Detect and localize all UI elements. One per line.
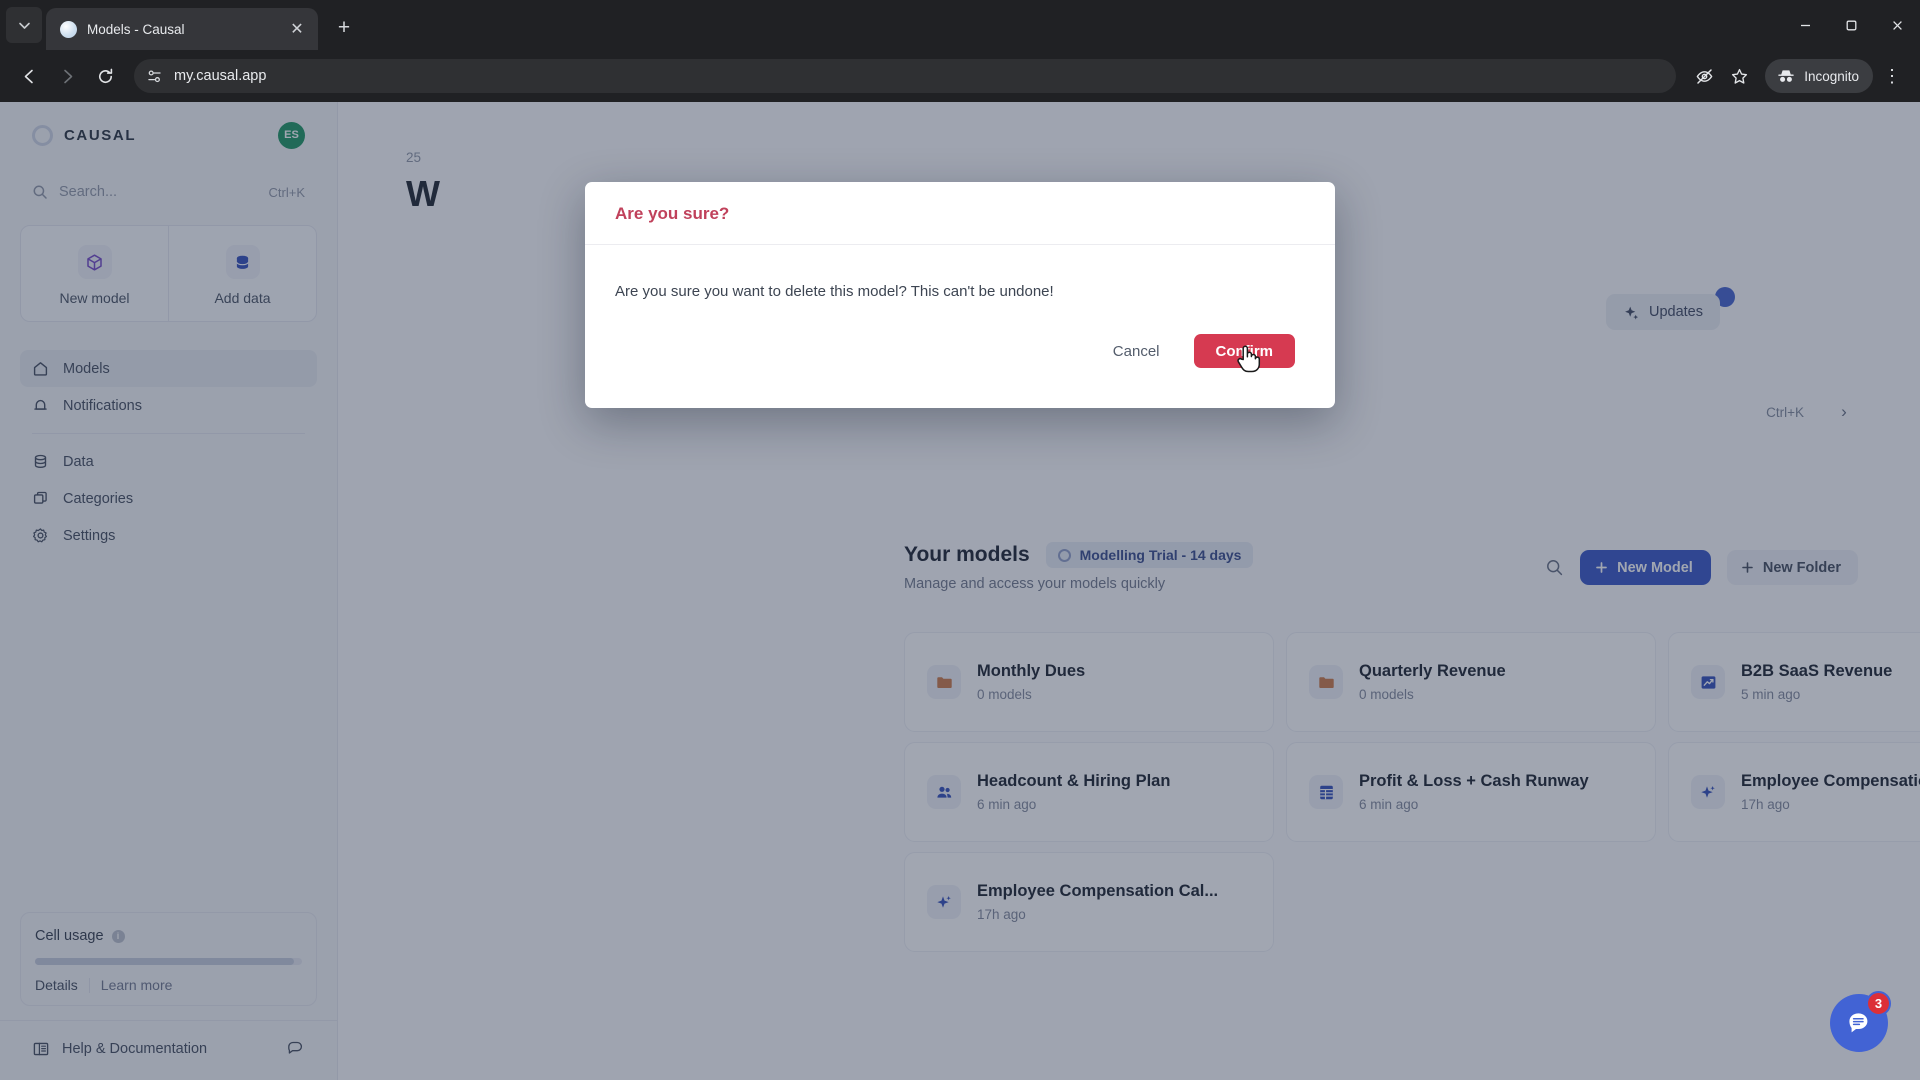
browser-menu-icon[interactable]: ⋮	[1876, 60, 1908, 92]
tab-favicon-icon	[60, 20, 77, 38]
chat-unread-badge: 3	[1866, 991, 1891, 1016]
dialog-actions: Cancel Confirm	[585, 310, 1335, 408]
incognito-indicator[interactable]: Incognito	[1765, 59, 1873, 93]
back-icon[interactable]	[12, 59, 46, 93]
new-tab-button[interactable]: +	[328, 12, 360, 44]
minimize-icon[interactable]	[1782, 0, 1828, 50]
reload-icon[interactable]	[88, 59, 122, 93]
tab-search-button[interactable]	[6, 7, 42, 43]
site-settings-icon[interactable]	[146, 68, 163, 85]
url-text: my.causal.app	[174, 68, 267, 84]
confirm-delete-dialog: Are you sure? Are you sure you want to d…	[585, 182, 1335, 408]
window-close-icon[interactable]	[1874, 0, 1920, 50]
dialog-title: Are you sure?	[615, 204, 730, 223]
eye-off-icon[interactable]	[1688, 60, 1720, 92]
star-icon[interactable]	[1723, 60, 1755, 92]
incognito-icon	[1778, 70, 1794, 82]
tab-title: Models - Causal	[87, 21, 185, 37]
toolbar-actions: Incognito ⋮	[1688, 59, 1908, 93]
browser-tab[interactable]: Models - Causal ✕	[46, 8, 318, 50]
browser-toolbar: my.causal.app Incognito ⋮	[0, 50, 1920, 102]
chevron-down-icon	[18, 22, 30, 29]
close-icon[interactable]: ✕	[286, 18, 308, 40]
dialog-header: Are you sure?	[585, 182, 1335, 245]
window-controls	[1782, 0, 1920, 50]
incognito-label: Incognito	[1804, 68, 1859, 84]
dialog-message: Are you sure you want to delete this mod…	[615, 283, 1054, 300]
maximize-icon[interactable]	[1828, 0, 1874, 50]
browser-tab-strip: Models - Causal ✕ +	[0, 0, 1920, 50]
address-bar[interactable]: my.causal.app	[134, 59, 1677, 93]
confirm-button[interactable]: Confirm	[1193, 334, 1295, 368]
cancel-button[interactable]: Cancel	[1107, 335, 1166, 368]
forward-icon[interactable]	[50, 59, 84, 93]
chat-fab-button[interactable]: 3	[1830, 991, 1891, 1052]
chat-icon	[1849, 1013, 1868, 1033]
